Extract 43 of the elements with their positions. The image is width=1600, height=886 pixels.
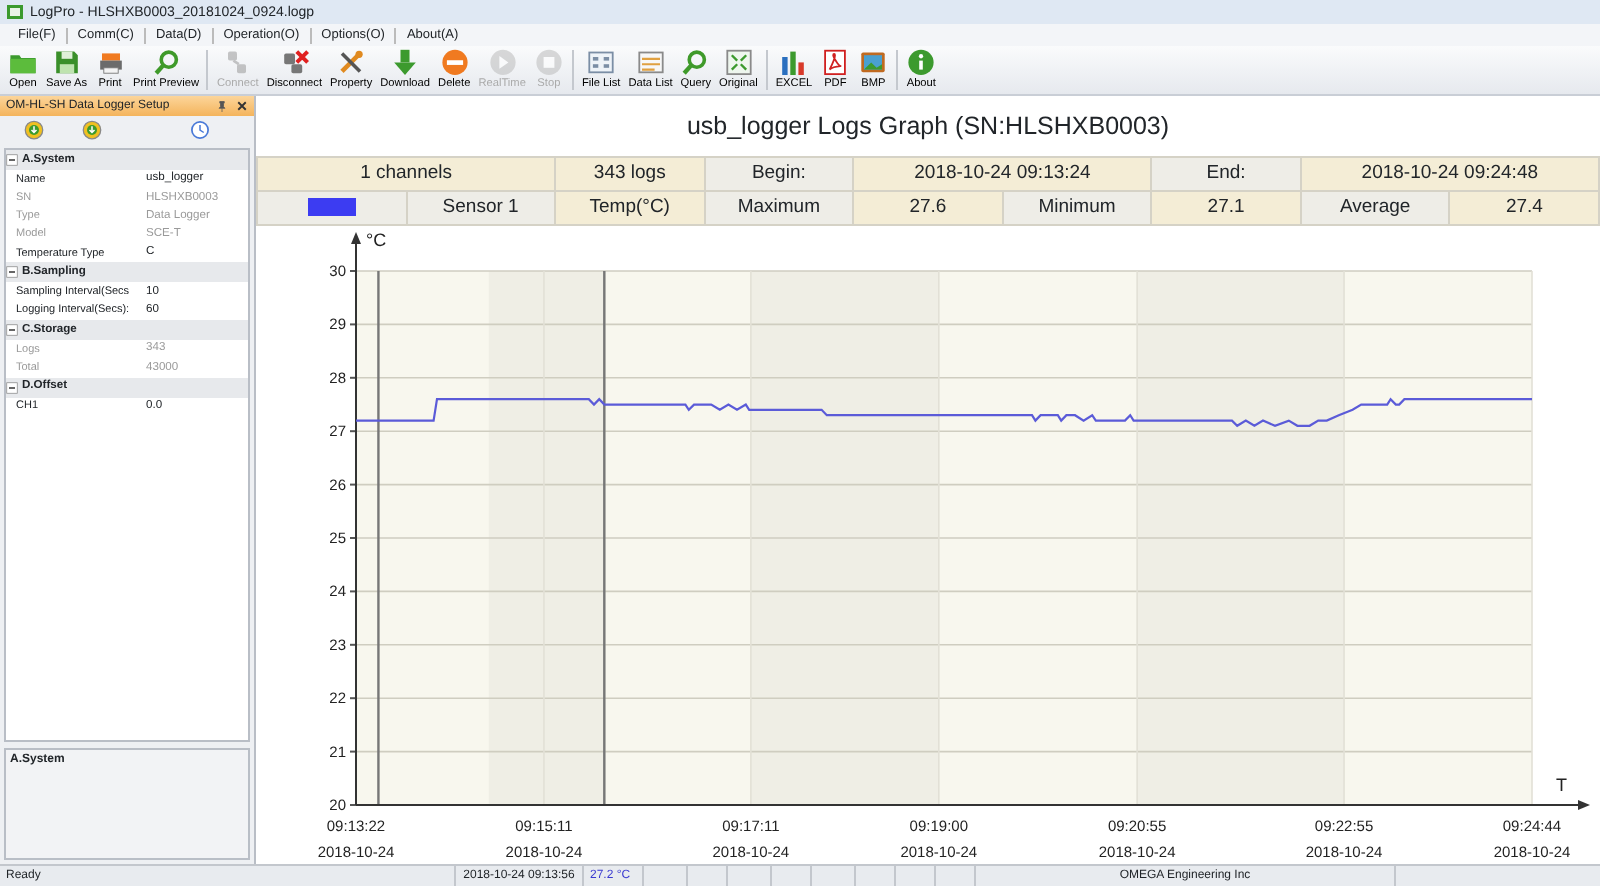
summary-value: 1 channels (257, 157, 556, 191)
summary-label: Minimum (1002, 191, 1152, 225)
pin-icon[interactable] (216, 100, 228, 112)
search-icon (151, 48, 181, 77)
summary-value: 27.6 (853, 191, 1003, 225)
summary-value: Temp(°C) (555, 191, 705, 225)
app-icon (6, 4, 24, 20)
summary-label: End: (1151, 157, 1301, 191)
search-icon (680, 48, 711, 77)
pdf-document-icon (820, 48, 851, 77)
bar-chart-icon (778, 48, 809, 77)
delete-icon (439, 48, 470, 77)
summary-value: 2018-10-24 09:13:24 (853, 157, 1152, 191)
summary-label: Average (1300, 191, 1450, 225)
fit-window-icon (723, 48, 754, 77)
x-axis-label: T (1556, 775, 1567, 795)
printer-icon (95, 48, 126, 77)
download-arrow-icon (390, 48, 421, 77)
info-icon (906, 48, 937, 77)
download-icon[interactable] (24, 120, 44, 140)
image-icon (858, 48, 889, 77)
summary-label: Sensor 1 (406, 191, 556, 225)
summary-value: 343 logs (555, 157, 705, 191)
collapse-icon[interactable] (6, 324, 18, 337)
stop-icon (533, 48, 564, 77)
close-icon[interactable] (236, 100, 248, 112)
disconnect-icon (279, 48, 310, 77)
file-list-icon (586, 48, 617, 77)
tools-icon (336, 48, 367, 77)
graph-title: usb_logger Logs Graph (SN:HLSHXB0003) (686, 109, 1170, 144)
play-icon (487, 48, 518, 77)
data-list-icon (635, 48, 666, 77)
download-icon[interactable] (82, 120, 102, 140)
collapse-icon[interactable] (6, 266, 18, 279)
collapse-icon[interactable] (6, 154, 18, 166)
summary-value: 2018-10-24 09:24:48 (1300, 157, 1599, 191)
summary-value: 27.4 (1449, 191, 1599, 225)
collapse-icon[interactable] (6, 381, 18, 394)
y-axis-label: °C (366, 230, 387, 250)
clock-icon[interactable] (190, 120, 210, 140)
summary-label: Maximum (704, 191, 854, 225)
summary-label: Begin: (704, 157, 854, 191)
summary-value: 27.1 (1151, 191, 1301, 225)
